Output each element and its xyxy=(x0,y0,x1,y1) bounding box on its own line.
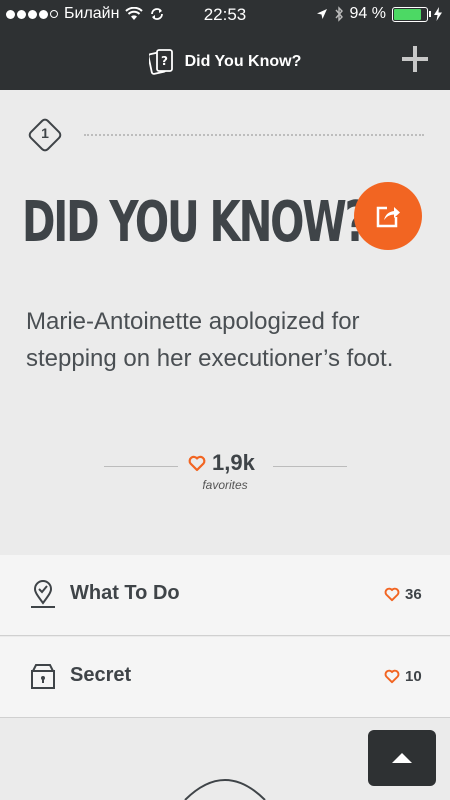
battery-fill xyxy=(394,8,422,20)
page-title: Did You Know? xyxy=(184,53,302,70)
card-number: 1 xyxy=(41,125,49,141)
share-icon xyxy=(376,206,400,228)
nav-title-group: ? Did You Know? xyxy=(0,48,450,76)
list-item-what-to-do[interactable]: What To Do 36 xyxy=(0,555,450,636)
svg-text:?: ? xyxy=(161,54,168,68)
bluetooth-icon xyxy=(334,6,343,22)
battery-icon xyxy=(392,6,431,22)
lockbox-icon xyxy=(31,664,55,689)
next-card-peek[interactable] xyxy=(180,770,270,800)
scroll-to-top-button[interactable] xyxy=(368,730,436,786)
charging-bolt-icon xyxy=(434,7,442,21)
row-count: 36 xyxy=(405,586,422,603)
row-label: What To Do xyxy=(70,582,180,604)
share-button[interactable] xyxy=(354,182,422,250)
favorites-divider-left xyxy=(104,466,178,467)
favorites-label: favorites xyxy=(202,478,248,492)
progress-dots xyxy=(84,134,424,136)
fact-text: Marie-Antoinette apologized for stepping… xyxy=(26,308,394,372)
list-item-secret[interactable]: Secret 10 xyxy=(0,637,450,718)
battery-percent: 94 % xyxy=(349,5,386,22)
heart-icon xyxy=(188,455,206,471)
map-pin-icon xyxy=(31,580,55,608)
nav-bar: ? Did You Know? xyxy=(0,30,450,90)
favorites-divider-right xyxy=(273,466,347,467)
status-right: 94 % xyxy=(316,5,442,23)
location-arrow-icon xyxy=(316,9,327,19)
favorites-button[interactable]: 1,9k xyxy=(188,450,255,476)
favorites-count: 1,9k xyxy=(212,450,255,475)
arrow-up-icon xyxy=(392,753,412,763)
row-count: 10 xyxy=(405,668,422,685)
row-label: Secret xyxy=(70,664,132,686)
status-bar: Билайн 22:53 94 % xyxy=(0,0,450,30)
cards-question-icon: ? xyxy=(148,49,173,75)
card-heading: DID YOU KNOW? xyxy=(22,190,368,255)
heart-icon xyxy=(384,669,400,684)
heart-icon xyxy=(384,587,400,602)
add-button[interactable] xyxy=(400,44,430,74)
